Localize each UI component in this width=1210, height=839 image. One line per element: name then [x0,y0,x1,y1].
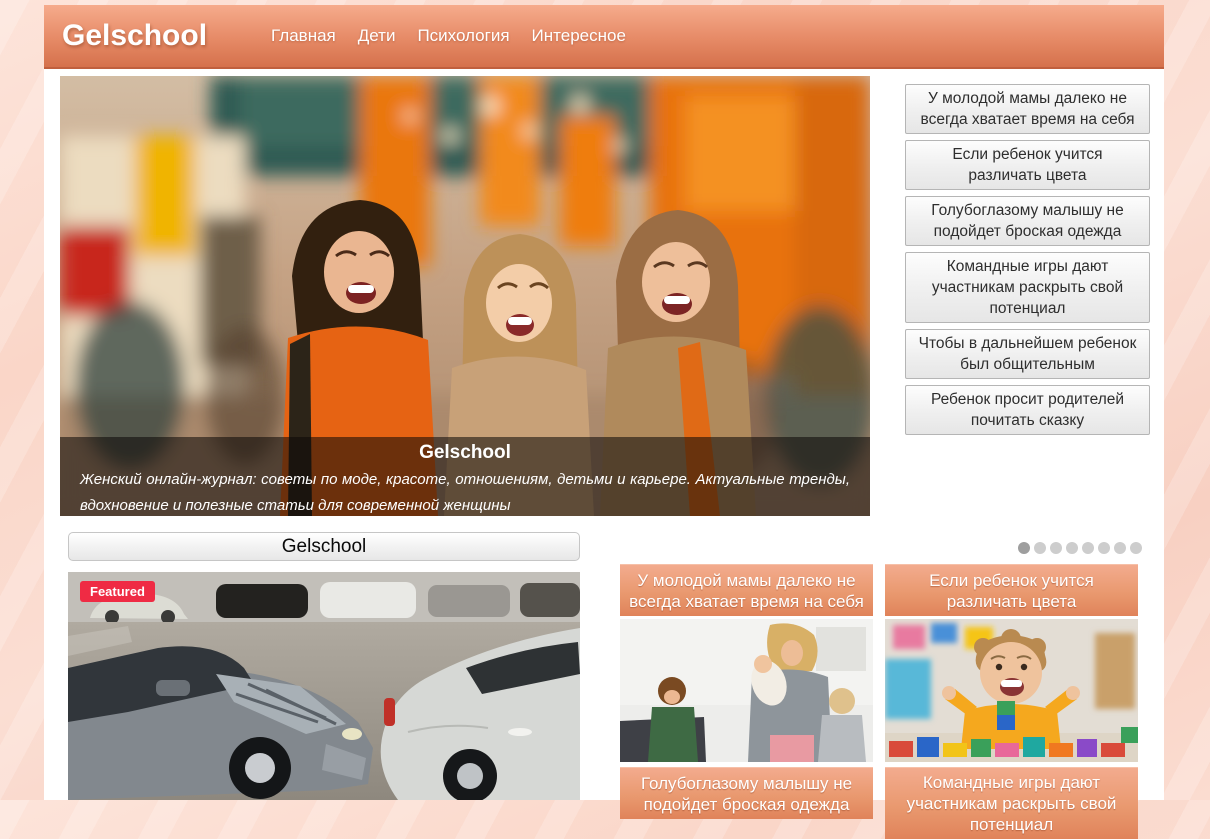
sidebar-article-3[interactable]: Голубоглазому малышу не подойдет броская… [905,196,1150,246]
hero-caption: Gelschool Женский онлайн-журнал: советы … [60,437,870,516]
carousel-dot-2[interactable] [1034,542,1046,554]
article-card-title[interactable]: Командные игры дают участникам раскрыть … [885,767,1138,839]
carousel-dot-5[interactable] [1082,542,1094,554]
section-title-bar: Gelschool [68,532,580,561]
sidebar-article-1[interactable]: У молодой мамы далеко не всегда хватает … [905,84,1150,134]
article-card-title[interactable]: Голубоглазому малышу не подойдет броская… [620,767,873,819]
featured-image-car-accident [68,572,580,800]
carousel-column-2: Если ребенок учится различать цвета [885,564,1138,839]
carousel-dots [1018,542,1142,554]
carousel-dot-4[interactable] [1066,542,1078,554]
article-card-title[interactable]: У молодой мамы далеко не всегда хватает … [620,564,873,616]
carousel-dot-6[interactable] [1098,542,1110,554]
carousel-dot-3[interactable] [1050,542,1062,554]
nav-item-children[interactable]: Дети [358,26,396,46]
article-card-title[interactable]: Если ребенок учится различать цвета [885,564,1138,616]
nav-item-home[interactable]: Главная [271,26,336,46]
site-logo[interactable]: Gelschool [62,19,207,53]
carousel-dot-7[interactable] [1114,542,1126,554]
article-card-image-mother-with-children[interactable] [620,619,873,762]
sidebar-article-6[interactable]: Ребенок просит родителей почитать сказку [905,385,1150,435]
carousel-dot-1[interactable] [1018,542,1030,554]
sidebar-article-2[interactable]: Если ребенок учится различать цвета [905,140,1150,190]
sidebar-article-4[interactable]: Командные игры дают участникам раскрыть … [905,252,1150,323]
carousel-dot-8[interactable] [1130,542,1142,554]
carousel-column-1: У молодой мамы далеко не всегда хватает … [620,564,873,819]
hero-description: Женский онлайн-журнал: советы по моде, к… [80,467,850,516]
sidebar-article-list: У молодой мамы далеко не всегда хватает … [905,84,1150,435]
featured-article[interactable]: Featured [68,572,580,800]
main-nav: Главная Дети Психология Интересное [271,26,626,46]
site-header: Gelschool Главная Дети Психология Интере… [44,5,1164,69]
nav-item-interesting[interactable]: Интересное [532,26,626,46]
featured-badge: Featured [80,581,155,602]
hero-title: Gelschool [80,442,850,464]
nav-item-psychology[interactable]: Психология [417,26,509,46]
hero-banner: Gelschool Женский онлайн-журнал: советы … [60,76,870,516]
article-card-image-child-with-blocks[interactable] [885,619,1138,762]
sidebar-article-5[interactable]: Чтобы в дальнейшем ребенок был общительн… [905,329,1150,379]
